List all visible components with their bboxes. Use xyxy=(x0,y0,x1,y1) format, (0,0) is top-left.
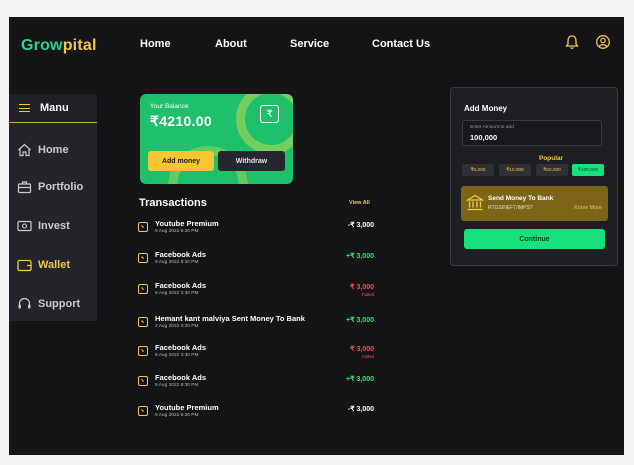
transaction-row[interactable]: Facebook Ads 6 Aug 2022 3:30 PM ₹ 3,000 … xyxy=(138,343,374,365)
sidebar-item-home[interactable]: Home xyxy=(17,143,69,157)
transaction-row[interactable]: Facebook Ads 6 Aug 2022 3:30 PM ₹ 3,000 … xyxy=(138,281,374,303)
hamburger-icon[interactable] xyxy=(19,104,30,112)
amount-chip-10000[interactable]: ₹10,000 xyxy=(499,164,531,176)
briefcase-icon xyxy=(17,181,32,194)
transaction-amount: +₹ 3,000 xyxy=(345,376,374,383)
home-icon xyxy=(18,143,31,157)
transaction-date: 6 Aug 2022 3:30 PM xyxy=(155,353,199,358)
transaction-date: 6 Aug 2022 3:30 PM xyxy=(155,291,199,296)
transaction-date: 9 Aug 2022 8:30 PM xyxy=(155,413,199,418)
transaction-name: Facebook Ads xyxy=(155,281,206,290)
transaction-name: Hemant kant malviya Sent Money To Bank xyxy=(155,314,305,323)
amount-input-value: 100,000 xyxy=(470,133,498,142)
transaction-row[interactable]: Youtube Premium 9 Aug 2022 8:30 PM -₹ 3,… xyxy=(138,219,374,241)
amount-chip-50000[interactable]: ₹50,000 xyxy=(536,164,568,176)
sidebar-item-wallet[interactable]: Wallet xyxy=(17,258,70,272)
brand-logo-part1: Grow xyxy=(21,37,63,54)
amount-chip-5000[interactable]: ₹5,000 xyxy=(462,164,494,176)
arrow-out-icon xyxy=(138,222,148,232)
balance-label: Your Balance xyxy=(150,103,189,110)
wallet-icon xyxy=(17,259,32,272)
add-money-button[interactable]: Add money xyxy=(148,151,214,171)
withdraw-button[interactable]: Withdraw xyxy=(218,151,285,171)
know-more-link[interactable]: Know More xyxy=(574,205,602,211)
arrow-out-icon xyxy=(138,406,148,416)
sidebar-item-label: Wallet xyxy=(38,259,70,271)
cash-icon xyxy=(17,220,32,232)
sidebar-item-label: Home xyxy=(38,144,69,156)
bell-icon[interactable] xyxy=(564,34,580,50)
nav-contact-us[interactable]: Contact Us xyxy=(372,38,430,50)
sidebar-menu-header[interactable]: Manu xyxy=(9,94,97,123)
add-money-panel: Add Money Enter Amount to add 100,000 Po… xyxy=(450,87,618,266)
sidebar: Manu Home Portfolio Invest Wallet Suppor… xyxy=(9,94,97,321)
bank-icon xyxy=(466,194,484,211)
user-icon[interactable] xyxy=(595,34,611,50)
sidebar-item-support[interactable]: Support xyxy=(17,297,80,311)
sidebar-item-portfolio[interactable]: Portfolio xyxy=(17,180,83,194)
arrow-in-icon xyxy=(138,253,148,263)
transaction-name: Facebook Ads xyxy=(155,343,206,352)
continue-button[interactable]: Continue xyxy=(464,229,605,249)
transaction-row[interactable]: Youtube Premium 9 Aug 2022 8:30 PM -₹ 3,… xyxy=(138,403,374,425)
balance-amount: ₹4210.00 xyxy=(150,113,212,129)
arrow-in-icon xyxy=(138,376,148,386)
transaction-amount: +₹ 3,000 xyxy=(345,253,374,260)
failed-status: Failed xyxy=(361,292,374,297)
sidebar-item-label: Portfolio xyxy=(38,181,84,193)
add-money-title: Add Money xyxy=(464,104,508,113)
sidebar-menu-title: Manu xyxy=(40,102,69,114)
transaction-date: 2 Aug 2022 4:30 PM xyxy=(155,324,199,329)
transaction-row[interactable]: Hemant kant malviya Sent Money To Bank 2… xyxy=(138,314,374,336)
amount-chip-100000[interactable]: ₹100,000 xyxy=(572,164,604,176)
amount-input-placeholder: Enter Amount to add xyxy=(470,125,514,130)
transaction-name: Youtube Premium xyxy=(155,403,219,412)
transaction-date: 9 Aug 2022 8:30 PM xyxy=(155,229,199,234)
transaction-name: Facebook Ads xyxy=(155,373,206,382)
arrow-in-icon xyxy=(138,317,148,327)
view-all-link[interactable]: View All xyxy=(349,200,370,206)
rupee-wallet-icon: ₹ xyxy=(260,105,279,123)
failed-status: Failed xyxy=(361,354,374,359)
send-money-title: Send Money To Bank xyxy=(488,195,554,202)
headset-icon xyxy=(18,297,31,309)
amount-input[interactable]: Enter Amount to add 100,000 xyxy=(462,120,602,146)
send-money-subtitle: RTGS/NEFT/IMPS? xyxy=(488,205,533,211)
brand-logo[interactable]: Growpital xyxy=(21,37,97,55)
transaction-row[interactable]: Facebook Ads 9 Aug 2022 8:30 PM +₹ 3,000 xyxy=(138,250,374,272)
nav-service[interactable]: Service xyxy=(290,38,329,50)
send-money-to-bank-banner[interactable]: Send Money To Bank RTGS/NEFT/IMPS? Know … xyxy=(461,186,608,221)
transaction-amount: ₹ 3,000 xyxy=(350,284,374,291)
balance-card: Your Balance ₹4210.00 ₹ Add money Withdr… xyxy=(140,94,293,184)
popular-label: Popular xyxy=(539,155,564,162)
transaction-amount: +₹ 3,000 xyxy=(345,317,374,324)
transactions-title: Transactions xyxy=(139,197,207,209)
nav-home[interactable]: Home xyxy=(140,38,171,50)
transaction-name: Youtube Premium xyxy=(155,219,219,228)
sidebar-item-label: Invest xyxy=(38,220,70,232)
transaction-amount: -₹ 3,000 xyxy=(347,222,374,229)
app-window: Growpital Home About Service Contact Us … xyxy=(9,17,624,455)
sidebar-item-invest[interactable]: Invest xyxy=(17,219,70,233)
failed-transaction-icon xyxy=(138,346,148,356)
transaction-name: Facebook Ads xyxy=(155,250,206,259)
transaction-row[interactable]: Facebook Ads 9 Aug 2022 8:30 PM +₹ 3,000 xyxy=(138,373,374,395)
sidebar-item-label: Support xyxy=(38,298,81,310)
transaction-date: 9 Aug 2022 8:30 PM xyxy=(155,260,199,265)
nav-about[interactable]: About xyxy=(215,38,247,50)
transaction-amount: -₹ 3,000 xyxy=(347,406,374,413)
card-decoration xyxy=(236,94,293,154)
brand-logo-part2: pital xyxy=(62,37,97,54)
failed-transaction-icon xyxy=(138,284,148,294)
transaction-date: 9 Aug 2022 8:30 PM xyxy=(155,383,199,388)
transaction-amount: ₹ 3,000 xyxy=(350,346,374,353)
